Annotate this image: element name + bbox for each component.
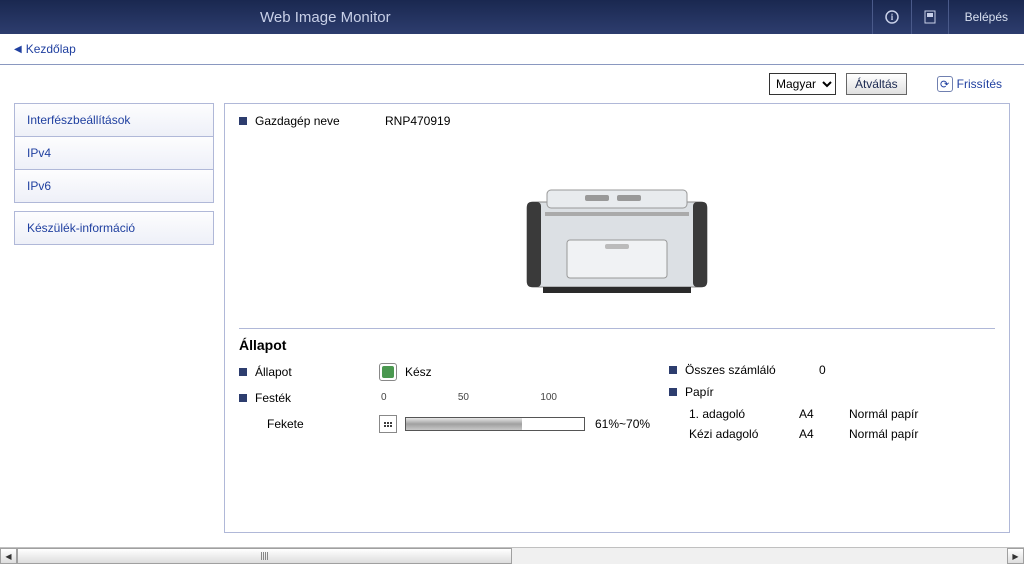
toner-section-label: Festék bbox=[255, 391, 291, 405]
status-grid: Állapot Kész Festék 0 50 bbox=[239, 363, 995, 447]
main-panel: Gazdagép neve RNP470919 Állapot bbox=[224, 103, 1010, 533]
status-section: Állapot Állapot Kész bbox=[239, 328, 995, 447]
sidebar-item-ipv4[interactable]: IPv4 bbox=[15, 137, 213, 170]
sidebar: Interfészbeállítások IPv4 IPv6 Készülék-… bbox=[14, 103, 214, 533]
tray-type: Normál papír bbox=[849, 407, 918, 421]
breadcrumb-home-link[interactable]: Kezdőlap bbox=[26, 42, 76, 56]
counter-label: Összes számláló bbox=[685, 363, 776, 377]
content-area: Interfészbeállítások IPv4 IPv6 Készülék-… bbox=[0, 103, 1024, 547]
bullet-icon bbox=[669, 388, 677, 396]
toner-section-row: Festék 0 50 100 bbox=[239, 389, 669, 407]
refresh-label: Frissítés bbox=[957, 77, 1002, 91]
login-button[interactable]: Belépés bbox=[948, 0, 1024, 34]
scroll-track[interactable] bbox=[17, 548, 1007, 564]
header-right: i Belépés bbox=[872, 0, 1024, 34]
tray-row-1: 1. adagoló A4 Normál papír bbox=[669, 407, 995, 421]
scroll-left-button[interactable]: ◀ bbox=[0, 548, 17, 564]
bullet-icon bbox=[239, 117, 247, 125]
device-status-value: Kész bbox=[405, 365, 432, 379]
bullet-icon bbox=[669, 366, 677, 374]
header-bar: Web Image Monitor i Belépés bbox=[0, 0, 1024, 34]
ready-status-icon bbox=[379, 363, 397, 381]
device-status-row: Állapot Kész bbox=[239, 363, 669, 381]
sidebar-item-deviceinfo[interactable]: Készülék-információ bbox=[15, 212, 213, 244]
counter-row: Összes számláló 0 bbox=[669, 363, 995, 377]
refresh-button[interactable]: ⟳ Frissítés bbox=[937, 76, 1002, 92]
scale-min: 0 bbox=[381, 392, 387, 403]
toner-black-row: Fekete 61%~70% bbox=[239, 415, 669, 433]
svg-text:i: i bbox=[890, 12, 893, 22]
status-left-column: Állapot Kész Festék 0 50 bbox=[239, 363, 669, 447]
hostname-value: RNP470919 bbox=[385, 114, 450, 128]
sidebar-item-interface[interactable]: Interfészbeállítások bbox=[15, 104, 213, 137]
tray-size: A4 bbox=[799, 407, 849, 421]
toner-percent-text: 61%~70% bbox=[595, 417, 650, 431]
tray-size: A4 bbox=[799, 427, 849, 441]
status-right-column: Összes számláló 0 Papír 1. adagoló A4 No bbox=[669, 363, 995, 447]
scroll-thumb[interactable] bbox=[17, 548, 512, 564]
status-section-title: Állapot bbox=[239, 337, 995, 353]
refresh-icon: ⟳ bbox=[937, 76, 953, 92]
toolbar: Magyar Átváltás ⟳ Frissítés bbox=[0, 65, 1024, 103]
toner-scale: 0 50 100 bbox=[379, 392, 559, 403]
paper-section-row: Papír bbox=[669, 385, 995, 399]
scroll-right-button[interactable]: ▶ bbox=[1007, 548, 1024, 564]
toner-black-label: Fekete bbox=[267, 417, 379, 431]
info-icon[interactable]: i bbox=[872, 0, 911, 34]
tray-name: 1. adagoló bbox=[689, 407, 799, 421]
counter-value: 0 bbox=[819, 363, 826, 377]
sidebar-group-device: Készülék-információ bbox=[14, 211, 214, 245]
paper-section-label: Papír bbox=[685, 385, 714, 399]
switch-button[interactable]: Átváltás bbox=[846, 73, 907, 95]
hostname-row: Gazdagép neve RNP470919 bbox=[239, 114, 995, 128]
toner-icon bbox=[379, 415, 397, 433]
tray-type: Normál papír bbox=[849, 427, 918, 441]
breadcrumb: ◀ Kezdőlap bbox=[0, 34, 1024, 65]
bullet-icon bbox=[239, 368, 247, 376]
scale-max: 100 bbox=[540, 392, 557, 403]
device-icon[interactable] bbox=[911, 0, 948, 34]
horizontal-scrollbar[interactable]: ◀ ▶ bbox=[0, 547, 1024, 564]
tray-name: Kézi adagoló bbox=[689, 427, 799, 441]
sidebar-item-ipv6[interactable]: IPv6 bbox=[15, 170, 213, 202]
bullet-icon bbox=[239, 394, 247, 402]
tray-row-2: Kézi adagoló A4 Normál papír bbox=[669, 427, 995, 441]
device-status-label: Állapot bbox=[255, 365, 292, 379]
sidebar-group-network: Interfészbeállítások IPv4 IPv6 bbox=[14, 103, 214, 203]
app-title: Web Image Monitor bbox=[260, 9, 391, 26]
language-select[interactable]: Magyar bbox=[769, 73, 836, 95]
scale-mid: 50 bbox=[458, 392, 469, 403]
printer-image bbox=[239, 134, 995, 322]
toner-progress-bar bbox=[405, 417, 585, 431]
hostname-label: Gazdagép neve bbox=[255, 114, 385, 128]
breadcrumb-chevron-icon: ◀ bbox=[14, 44, 22, 55]
